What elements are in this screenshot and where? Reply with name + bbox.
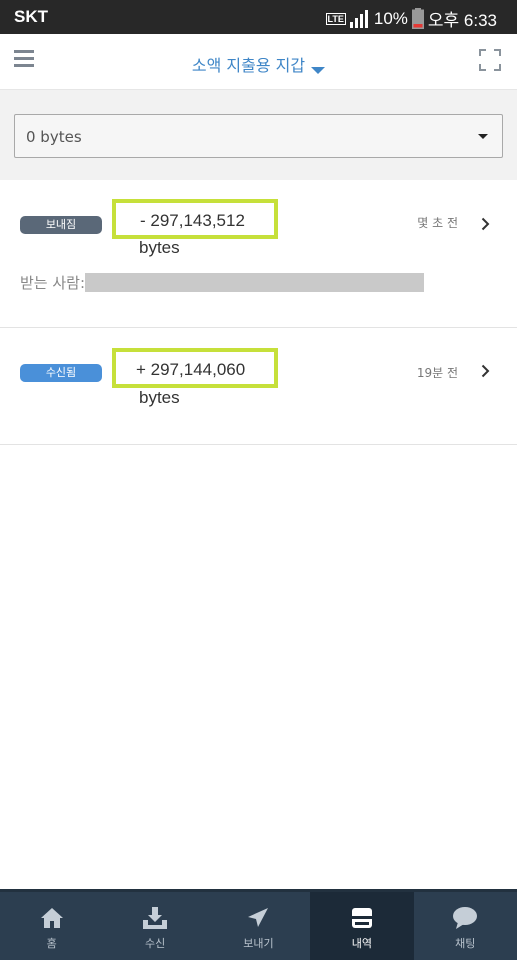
nav-label: 내역 bbox=[351, 937, 372, 950]
amount-unit: bytes bbox=[139, 238, 180, 257]
nav-label: 홈 bbox=[46, 937, 57, 950]
filter-value: 0 bytes bbox=[26, 128, 82, 146]
sent-badge: 보내짐 bbox=[20, 216, 102, 234]
battery-percent: 10% bbox=[373, 8, 408, 28]
amount-value: - 297,143,512 bbox=[140, 211, 245, 230]
chevron-right-icon[interactable] bbox=[481, 217, 490, 231]
nav-label: 보내기 bbox=[243, 937, 274, 950]
amount-highlight: + 297,144,060 bbox=[112, 348, 278, 388]
history-icon bbox=[351, 908, 372, 928]
scan-icon[interactable] bbox=[479, 49, 501, 71]
nav-label: 채팅 bbox=[455, 937, 476, 950]
recipient-row: 받는 사람: bbox=[20, 272, 425, 293]
status-bar: SKT LTE 10% 오후 6:33 bbox=[0, 0, 517, 34]
chat-icon bbox=[453, 907, 478, 929]
redacted-address bbox=[85, 273, 425, 292]
wallet-name: 소액 지출용 지갑 bbox=[191, 56, 306, 75]
amount-highlight: - 297,143,512 bbox=[112, 199, 278, 239]
time-label: 19분 전 bbox=[416, 366, 458, 380]
amount-unit: bytes bbox=[139, 388, 180, 407]
dropdown-arrow-icon bbox=[478, 134, 488, 139]
bottom-nav: 홈 수신 보내기 내역 채팅 bbox=[0, 889, 517, 960]
caret-down-icon bbox=[311, 67, 326, 74]
recipient-label: 받는 사람: bbox=[20, 274, 86, 292]
carrier-label: SKT bbox=[14, 7, 48, 26]
home-icon bbox=[40, 908, 63, 928]
wallet-selector[interactable]: 소액 지출용 지갑 bbox=[0, 52, 517, 76]
receive-icon bbox=[143, 907, 168, 929]
signal-icon bbox=[349, 9, 368, 28]
nav-item-receive[interactable]: 수신 bbox=[103, 892, 206, 960]
chevron-right-icon[interactable] bbox=[481, 364, 490, 378]
nav-item-send[interactable]: 보내기 bbox=[207, 892, 310, 960]
nav-item-home[interactable]: 홈 bbox=[0, 892, 103, 960]
amount-value: + 297,144,060 bbox=[136, 360, 246, 379]
app-header: 소액 지출용 지갑 bbox=[0, 34, 517, 90]
received-badge: 수신됨 bbox=[20, 364, 102, 382]
send-icon bbox=[248, 908, 269, 927]
nav-label: 수신 bbox=[144, 937, 166, 950]
nav-item-history[interactable]: 내역 bbox=[310, 892, 414, 960]
amount-filter-select[interactable]: 0 bytes bbox=[14, 114, 503, 158]
transaction-row[interactable]: 보내짐 - 297,143,512 bytes 몇 초 전 받는 사람: bbox=[0, 180, 517, 328]
lte-icon: LTE bbox=[325, 12, 346, 25]
time-label: 몇 초 전 bbox=[417, 216, 458, 230]
clock: 오후 6:33 bbox=[427, 11, 497, 30]
filter-area: 0 bytes bbox=[0, 90, 517, 180]
nav-item-chat[interactable]: 채팅 bbox=[414, 892, 517, 960]
transaction-row[interactable]: 수신됨 + 297,144,060 bytes 19분 전 bbox=[0, 328, 517, 445]
battery-icon bbox=[411, 8, 424, 29]
status-indicators: LTE 10% 오후 6:33 bbox=[325, 6, 497, 31]
